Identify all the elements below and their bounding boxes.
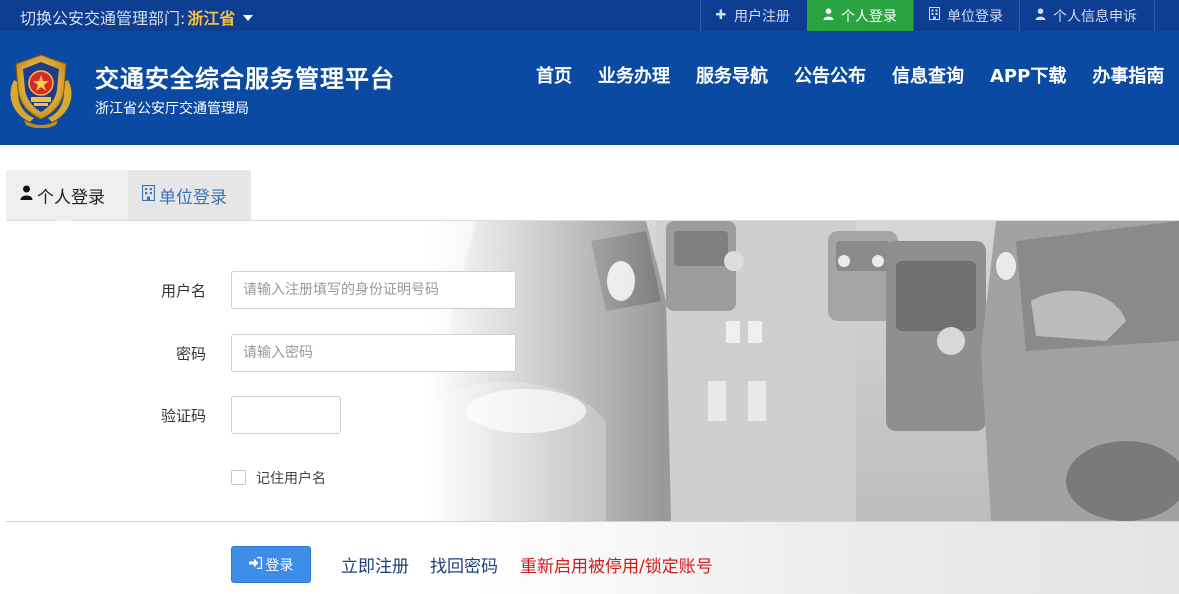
nav-how-to[interactable]: 办事指南	[1092, 62, 1164, 90]
site-subtitle: 浙江省公安厅交通管理局	[95, 101, 249, 117]
switch-label: 切换公安交通管理部门:	[20, 9, 186, 28]
building-icon	[927, 7, 941, 24]
remember-username-label[interactable]: 记住用户名	[256, 468, 326, 488]
building-icon	[141, 184, 156, 206]
password-label: 密码	[175, 345, 206, 363]
top-link-label: 个人信息申诉	[1053, 8, 1137, 25]
main-nav: 首页 业务办理 服务导航 公告公布 信息查询 APP下载 办事指南	[523, 62, 1177, 90]
sign-in-icon	[248, 556, 262, 572]
caret-down-icon[interactable]	[243, 15, 254, 21]
login-tabs: 个人登录 单位登录	[6, 170, 251, 220]
captcha-label: 验证码	[160, 407, 206, 425]
top-link-personal-login[interactable]: 个人登录	[807, 0, 913, 31]
top-link-info-appeal[interactable]: 个人信息申诉	[1019, 0, 1155, 31]
top-link-register[interactable]: ✚ 用户注册	[700, 0, 807, 31]
top-link-label: 单位登录	[947, 8, 1003, 25]
nav-service-guide[interactable]: 服务导航	[696, 62, 768, 90]
register-now-link[interactable]: 立即注册	[341, 552, 409, 577]
top-links: ✚ 用户注册 个人登录 单位登录 个人信息申诉	[700, 0, 1155, 31]
captcha-input[interactable]	[231, 396, 341, 434]
reactivate-account-link[interactable]: 重新启用被停用/锁定账号	[520, 552, 713, 577]
username-label: 用户名	[160, 282, 206, 300]
top-link-label: 个人登录	[841, 8, 897, 25]
top-utility-bar: 切换公安交通管理部门: 浙江省 ✚ 用户注册 个人登录 单位登录 个人信息申诉	[0, 0, 1179, 31]
form-background-image	[6, 221, 1179, 521]
login-button[interactable]: 登录	[231, 546, 311, 583]
nav-home[interactable]: 首页	[536, 62, 572, 90]
site-header: 交通安全综合服务管理平台 浙江省公安厅交通管理局 首页 业务办理 服务导航 公告…	[0, 31, 1179, 145]
police-emblem-icon	[4, 50, 78, 129]
tab-label: 单位登录	[159, 187, 227, 208]
recover-password-link[interactable]: 找回密码	[430, 552, 498, 577]
remember-username-checkbox[interactable]	[231, 470, 246, 485]
nav-business[interactable]: 业务办理	[598, 62, 670, 90]
tab-label: 个人登录	[37, 187, 105, 208]
password-input[interactable]	[231, 334, 516, 372]
login-button-label: 登录	[265, 557, 294, 574]
tab-personal-login[interactable]: 个人登录	[6, 170, 127, 220]
user-icon	[20, 185, 33, 205]
user-icon	[1033, 7, 1047, 24]
top-link-unit-login[interactable]: 单位登录	[913, 0, 1019, 31]
province-name[interactable]: 浙江省	[187, 9, 235, 28]
tab-unit-login[interactable]: 单位登录	[128, 170, 251, 220]
nav-info-query[interactable]: 信息查询	[892, 62, 964, 90]
top-link-label: 用户注册	[734, 8, 790, 25]
nav-app-download[interactable]: APP下载	[990, 62, 1066, 90]
department-switcher[interactable]: 切换公安交通管理部门: 浙江省	[20, 5, 254, 29]
nav-announcements[interactable]: 公告公布	[794, 62, 866, 90]
plus-icon: ✚	[715, 8, 727, 23]
site-title: 交通安全综合服务管理平台	[95, 65, 395, 93]
username-input[interactable]	[231, 271, 516, 309]
user-icon	[821, 7, 835, 24]
